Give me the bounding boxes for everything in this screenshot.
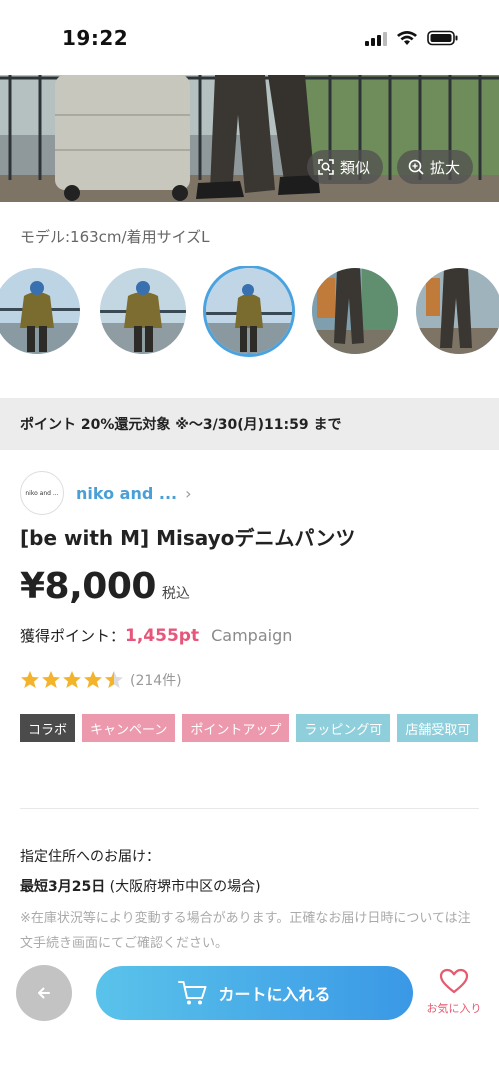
delivery-label: 指定住所へのお届け： <box>20 849 160 865</box>
thumbnail-3[interactable] <box>206 268 292 354</box>
delivery-earliest-date: 最短3月25日 <box>20 879 106 895</box>
point-banner-text: ポイント 20%還元対象 ※～3/30(月)11:59 まで <box>20 417 342 433</box>
product-main-image[interactable]: 類似 拡大 <box>0 75 499 202</box>
delivery-date: 最短3月25日 (大阪府堺市中区の場合) <box>20 876 261 896</box>
cart-icon <box>178 981 207 1005</box>
star-icon <box>42 671 60 688</box>
brand-logo: niko and ... <box>20 471 64 515</box>
delivery-note: ※在庫状況等により変動する場合があります。正確なお届け日時については注文手続き画… <box>20 911 471 950</box>
zoom-label: 拡大 <box>430 158 461 177</box>
review-count: (214件) <box>130 673 182 689</box>
arrow-left-icon <box>38 987 50 999</box>
model-info: モデル:163cm/着用サイズL <box>20 228 210 246</box>
tag-campaign: キャンペーン <box>82 714 176 742</box>
thumbnail-2[interactable] <box>100 268 186 354</box>
tag-wrapping: ラッピング可 <box>296 714 391 742</box>
divider <box>20 808 479 809</box>
brand-logo-text: niko and ... <box>25 489 59 497</box>
star-icon <box>63 671 81 688</box>
points-label: 獲得ポイント： <box>20 627 126 645</box>
brand-name: niko and ... <box>76 483 178 503</box>
back-button[interactable] <box>16 965 72 1021</box>
tag-list: コラボ キャンペーン ポイントアップ ラッピング可 店舗受取可 <box>20 714 480 742</box>
status-bar: 19:22 <box>0 0 499 75</box>
favorite-button[interactable]: お気に入り <box>418 968 490 1016</box>
tag-collab: コラボ <box>20 714 76 742</box>
cart-label: カートに入れる <box>218 985 331 1004</box>
heart-icon <box>439 968 469 994</box>
thumbnail-1[interactable] <box>0 268 80 354</box>
product-title: [be with M] Misayoデニムパンツ <box>20 526 356 550</box>
star-rating <box>20 670 124 690</box>
tag-point-up: ポイントアップ <box>182 714 290 742</box>
status-icons <box>365 27 459 49</box>
star-icon <box>84 671 102 688</box>
point-campaign-banner: ポイント 20%還元対象 ※～3/30(月)11:59 まで <box>0 398 499 450</box>
brand-link[interactable]: niko and ... niko and ... › <box>20 471 192 515</box>
thumbnail-4[interactable] <box>312 268 398 354</box>
thumbnail-carousel[interactable] <box>0 266 499 362</box>
add-to-cart-button[interactable]: カートに入れる <box>96 966 413 1020</box>
price-row: ¥8,000 税込 <box>20 566 190 607</box>
battery-icon <box>427 30 458 46</box>
tax-label: 税込 <box>161 586 190 602</box>
thumbnail-5[interactable] <box>416 268 499 354</box>
favorite-label: お気に入り <box>426 1002 482 1015</box>
campaign-link[interactable]: Campaign <box>211 626 292 645</box>
chevron-right-icon: › <box>185 483 192 503</box>
star-icon <box>21 671 39 688</box>
points-value: 1,455pt <box>125 626 200 646</box>
points-row: 獲得ポイント： 1,455pt Campaign <box>20 625 292 646</box>
status-time: 19:22 <box>62 26 129 50</box>
rating-row[interactable]: (214件) <box>20 670 182 690</box>
cellular-signal-icon <box>365 31 387 46</box>
zoom-button[interactable]: 拡大 <box>397 150 474 184</box>
similar-search-icon <box>318 159 334 175</box>
wifi-icon <box>397 31 417 45</box>
delivery-location: (大阪府堺市中区の場合) <box>105 879 261 895</box>
similar-label: 類似 <box>340 158 371 177</box>
zoom-in-icon <box>408 159 424 175</box>
tag-store-pickup: 店舗受取可 <box>397 714 479 742</box>
similar-search-button[interactable]: 類似 <box>307 150 384 184</box>
product-price: ¥8,000 <box>20 566 156 607</box>
half-star-icon <box>105 671 123 688</box>
